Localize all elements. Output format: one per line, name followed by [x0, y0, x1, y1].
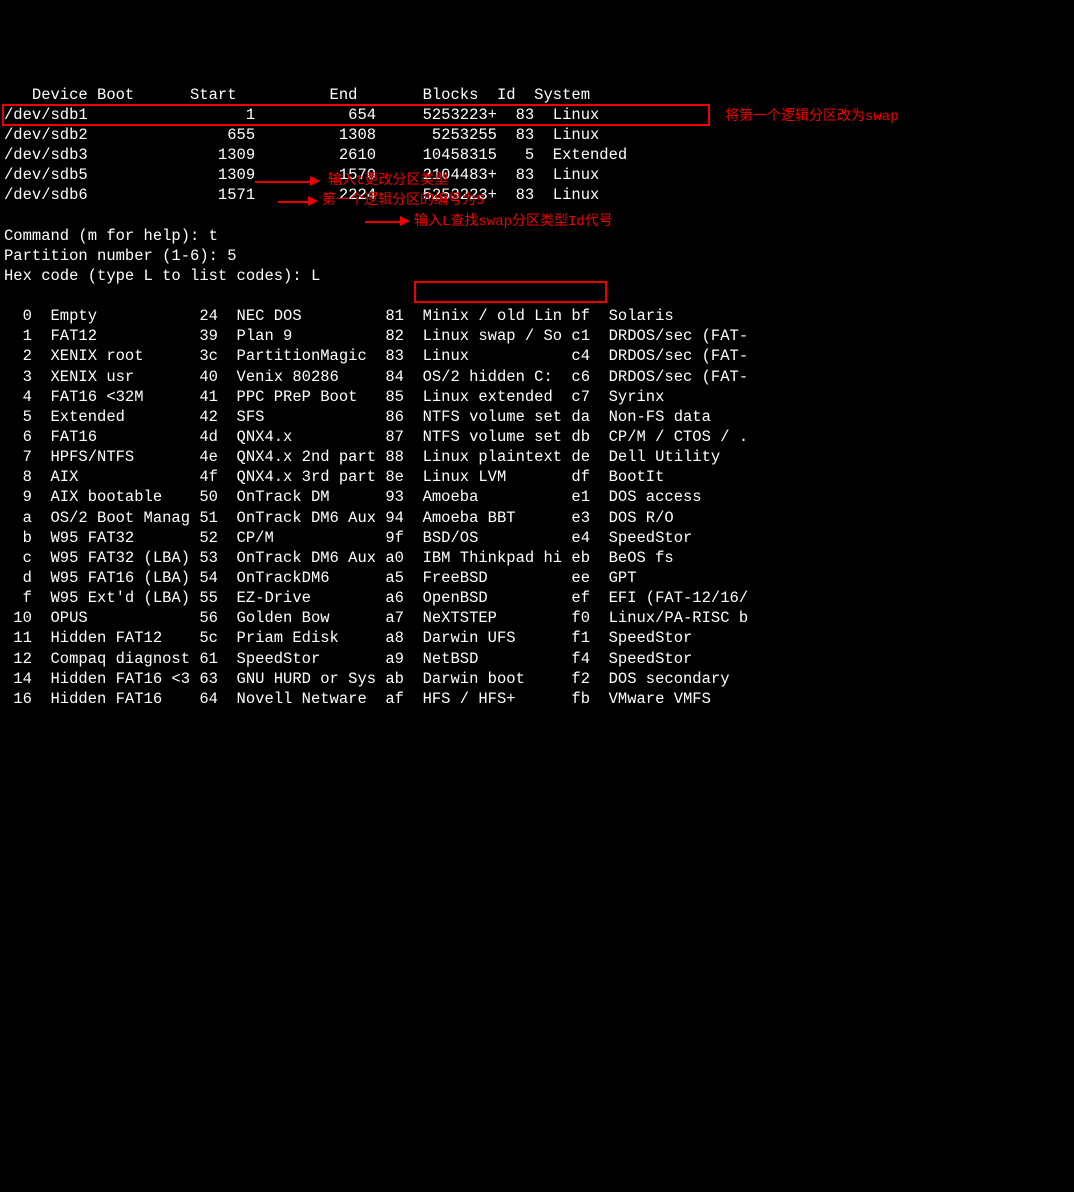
annotation-partition-5: 第一个逻辑分区的编号为5 [322, 192, 484, 210]
annotation-input-t: 输入t更改分区类型 [328, 172, 448, 190]
annotation-swap-change: 将第一个逻辑分区改为swap [725, 108, 899, 126]
annotation-input-L: 输入L查找swap分区类型Id代号 [414, 213, 613, 231]
terminal-output: Device Boot Start End Blocks Id System /… [4, 85, 1070, 709]
